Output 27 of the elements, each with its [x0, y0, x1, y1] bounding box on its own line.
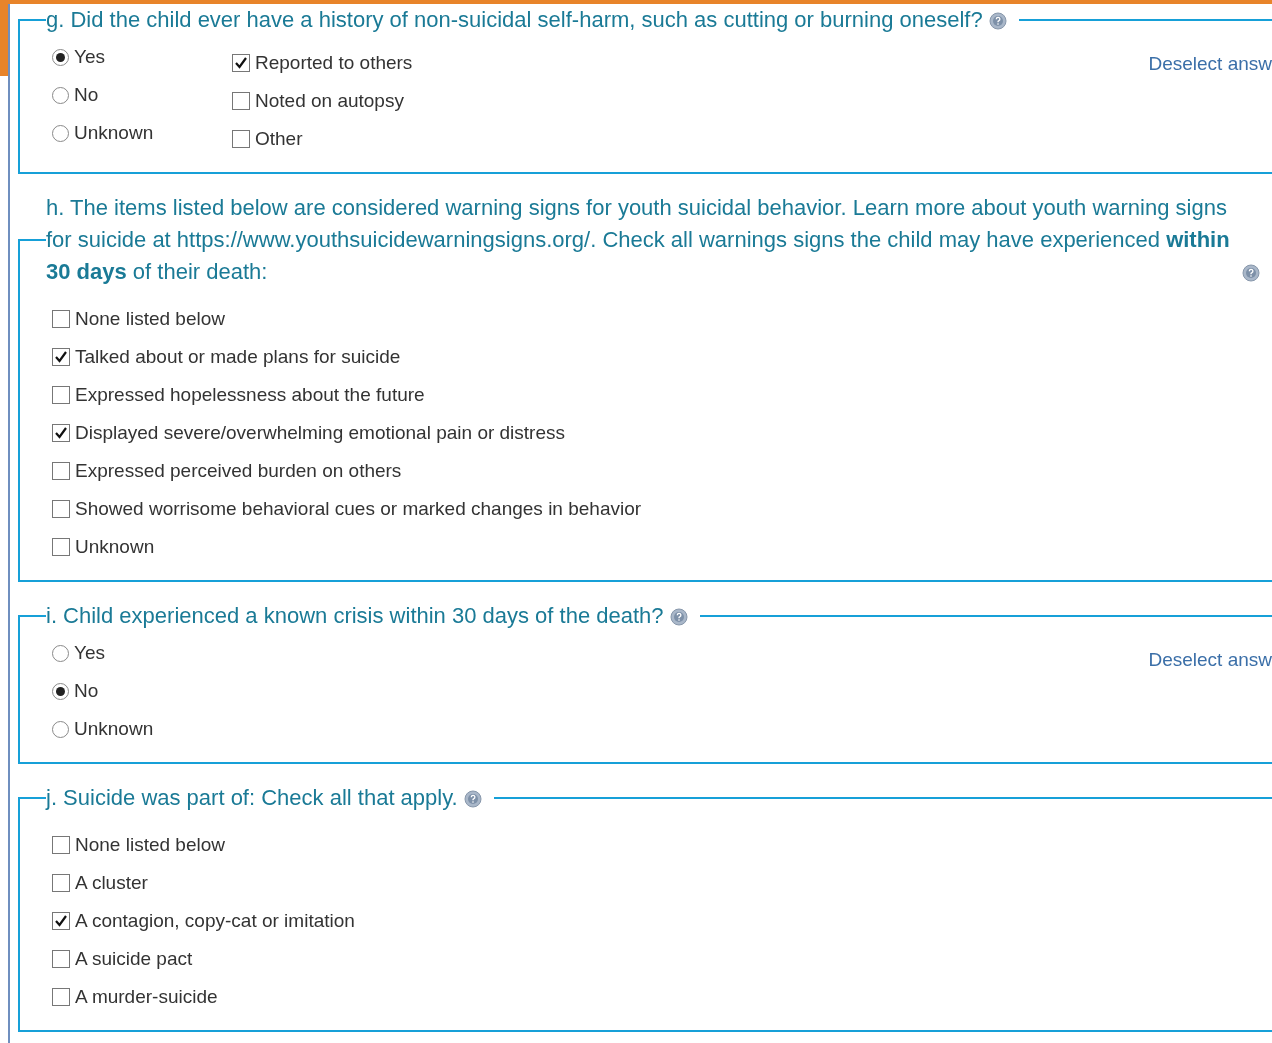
option-label: Expressed perceived burden on others	[75, 458, 402, 483]
option-label: None listed below	[75, 832, 225, 857]
deselect-link[interactable]: Deselect answ	[1148, 50, 1272, 79]
option-label: Yes	[74, 640, 105, 665]
option-label: Reported to others	[255, 50, 413, 75]
option-label: Unknown	[74, 716, 154, 741]
option-label: No	[74, 82, 99, 107]
option-label: Unknown	[74, 120, 154, 145]
option-label: Noted on autopsy	[255, 88, 404, 113]
option-label: None listed below	[75, 306, 225, 331]
option-label: Expressed hopelessness about the future	[75, 382, 425, 407]
option-label: A contagion, copy-cat or imitation	[75, 908, 355, 933]
option-label: A suicide pact	[75, 946, 193, 971]
option-label: No	[74, 678, 99, 703]
deselect-link[interactable]: Deselect answ	[1148, 646, 1272, 675]
question-text: i. Child experienced a known crisis within 30 days of the death?	[46, 602, 664, 630]
option-label: A murder-suicide	[75, 984, 218, 1009]
option-label: Talked about or made plans for suicide	[75, 344, 401, 369]
option-label: Other	[255, 126, 303, 151]
question-text: g. Did the child ever have a history of non-suicidal self-harm, such as cutting or burning oneself?	[46, 6, 983, 34]
option-label: Showed worrisome behavioral cues or marked changes in behavior	[75, 496, 642, 521]
question-text: j. Suicide was part of: Check all that apply.	[46, 784, 458, 812]
option-label: A cluster	[75, 870, 148, 895]
option-label: Yes	[74, 44, 105, 69]
option-label: Displayed severe/overwhelming emotional pain or distress	[75, 420, 565, 445]
question-text: h. The items listed below are considered warning signs for youth suicidal behavior. Learn more about youth warning signs for suicide at https://www.youthsuicidewarningsigns.org/. Check all warnings signs the child may have experienced within 30 days of their death:	[46, 194, 1231, 286]
option-label: Unknown	[75, 534, 155, 559]
